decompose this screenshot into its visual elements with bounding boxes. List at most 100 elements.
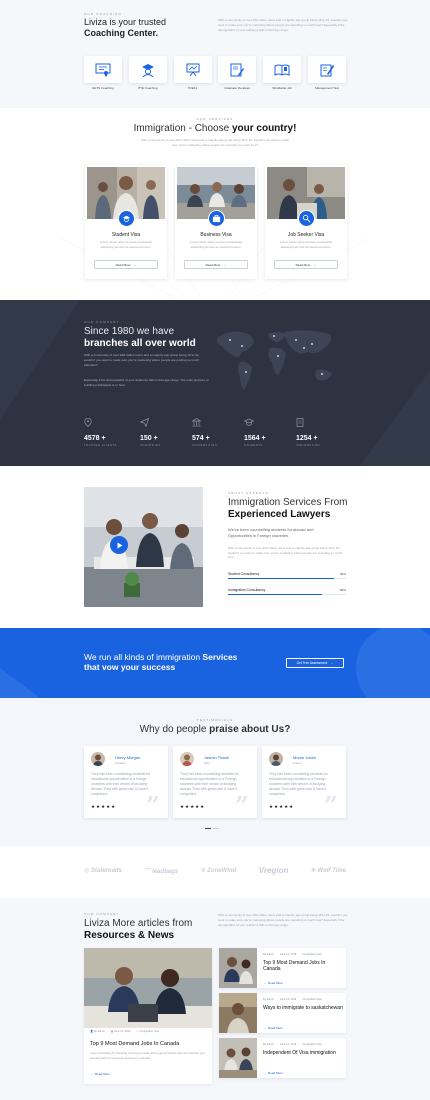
- article-thumbnail: [219, 1038, 257, 1078]
- visa-card-job-seeker[interactable]: Job Seeker Visa Lorem ipsum dolor sit am…: [265, 165, 347, 279]
- arrow-right-icon: →: [263, 981, 266, 985]
- stat-value: 4578 +: [84, 435, 106, 442]
- article-item[interactable]: By admin June 12, 2019 Immigration Visa Wa…: [219, 993, 346, 1033]
- country-subtitle: With a community of over 400 million use…: [141, 138, 289, 147]
- featured-article-title[interactable]: Top 9 Most Demand Jobs In Canada: [90, 1041, 179, 1047]
- read-more-link[interactable]: → Read More: [90, 1072, 110, 1076]
- branches-paragraph-2: Especially if the demographic of your au…: [84, 378, 209, 387]
- news-title: Liviza More articles from Resources & New…: [84, 918, 193, 941]
- testimonial-role: Italy: [204, 761, 210, 765]
- service-item-pte[interactable]: PTE Coaching: [128, 56, 167, 90]
- free-assessment-button[interactable]: Get Free Assessment →: [286, 658, 344, 668]
- visa-card-desc: Lorem ipsum dolor sit amet consectetur a…: [279, 240, 333, 249]
- carousel-dot[interactable]: [213, 828, 219, 830]
- stat-countries: 150 + Countries: [139, 414, 190, 447]
- stat-value: 150 +: [140, 435, 158, 442]
- testimonials-title: Why do people praise about Us?: [139, 724, 291, 735]
- read-more-link[interactable]: → Read More: [263, 981, 283, 985]
- article-title[interactable]: Ways to immigrate to saskatchewan: [263, 1005, 343, 1011]
- service-item-ielts[interactable]: IELTS Coaching: [84, 56, 122, 90]
- article-title[interactable]: Independent Of Visa immigration: [263, 1050, 343, 1056]
- read-more-button[interactable]: Read More →: [94, 260, 158, 269]
- service-item-graduate[interactable]: Graduate Re-Exam: [218, 56, 257, 90]
- location-pin-icon: [84, 417, 92, 427]
- lawyers-paragraph: With a community of over 400 million use…: [228, 546, 343, 560]
- testimonial-role: France: [293, 761, 303, 765]
- article-meta: By admin June 12, 2019 Immigration Visa: [263, 1043, 322, 1046]
- stat-label: Countries: [140, 444, 161, 447]
- stat-label: Students: [244, 444, 263, 447]
- visa-card-desc: Lorem ipsum dolor sit amet consectetur a…: [99, 240, 153, 249]
- calendar-icon: ▦ June 12, 2019: [110, 1030, 131, 1033]
- pencil-document-icon: [320, 64, 335, 76]
- featured-article-desc: Visa Consulting & Coaching Training prov…: [90, 1051, 205, 1060]
- arrow-right-icon: →: [313, 262, 317, 267]
- read-more-button[interactable]: Read More →: [274, 260, 338, 269]
- partners-section: ◎ Stateroads ⌒ leadbags ✲ ZoneWind Vregi…: [0, 846, 430, 898]
- carousel-dot-active[interactable]: [205, 828, 211, 830]
- article-item[interactable]: By admin June 12, 2019 Immigration Visa To…: [219, 948, 346, 988]
- progress-label: Student Consultancy: [228, 572, 260, 576]
- stat-value: 1254 +: [296, 435, 318, 442]
- testimonial-role: Canada: [115, 761, 126, 765]
- exam-pencil-icon: [230, 63, 245, 76]
- testimonial-card: Henry Morgan Canada They has been counse…: [84, 746, 168, 818]
- country-kicker: Our services: [196, 117, 234, 121]
- article-meta: 👤 By admin ▦ June 12, 2019 ▭ Immigration…: [90, 1030, 159, 1033]
- quote-icon: ”: [324, 791, 338, 820]
- visa-card-title: Business Visa: [200, 232, 232, 238]
- arrow-right-icon: →: [330, 661, 334, 665]
- service-item-management[interactable]: Management Test: [307, 56, 346, 90]
- play-button[interactable]: [110, 536, 128, 554]
- article-item[interactable]: By admin June 12, 2019 Immigration Visa In…: [219, 1038, 346, 1078]
- graduation-cap-icon: [243, 418, 255, 426]
- progress-value: 80%: [339, 588, 346, 592]
- read-more-link[interactable]: → Read More: [263, 1071, 283, 1075]
- testimonial-card: Morris Joben France They has been counse…: [262, 746, 346, 818]
- partner-logo: Vregion: [258, 866, 289, 875]
- rating-stars: ★★★★★: [269, 804, 295, 809]
- partner-logo: ◎ Stateroads: [84, 868, 122, 874]
- article-title[interactable]: Top 9 Most Demand Jobs In Canada: [263, 960, 343, 972]
- country-section: Our services Immigration - Choose your c…: [0, 108, 430, 300]
- testimonials-kicker: Testimonials: [196, 718, 234, 722]
- progress-immigration: Immigration Consultancy 80%: [228, 588, 346, 596]
- coaching-section: Our coaching Liviza is your trusted Coac…: [0, 0, 430, 108]
- country-title: Immigration - Choose your country!: [133, 123, 297, 134]
- stat-value: 1564 +: [244, 435, 266, 442]
- testimonial-text: They has been counselling students for e…: [91, 772, 150, 796]
- video-thumbnail[interactable]: [84, 487, 203, 607]
- partner-logo: ✲ ZoneWind: [200, 868, 237, 874]
- article-meta: By admin June 12, 2019 Immigration Visa: [263, 953, 322, 956]
- branches-kicker: Our company: [84, 320, 120, 324]
- visa-card-title: Job Seeker Visa: [287, 232, 325, 238]
- stat-label: Immigration: [296, 444, 320, 447]
- read-more-link[interactable]: → Read More: [263, 1026, 283, 1030]
- stat-immigration: 1254 + Immigration: [296, 414, 346, 447]
- coaching-paragraph: With a community of over 400 million use…: [218, 18, 348, 32]
- read-more-button[interactable]: Read More →: [184, 260, 248, 269]
- arrow-right-icon: →: [263, 1026, 266, 1030]
- news-kicker: Our company: [84, 912, 120, 916]
- service-item-toefl[interactable]: TOEFL: [173, 56, 212, 90]
- rating-stars: ★★★★★: [180, 804, 206, 809]
- arrow-right-icon: →: [263, 1071, 266, 1075]
- document-icon: [296, 418, 304, 427]
- visa-card-business[interactable]: Business Visa Lorem ipsum dolor sit amet…: [175, 165, 257, 279]
- partner-logos: ◎ Stateroads ⌒ leadbags ✲ ZoneWind Vregi…: [84, 866, 346, 875]
- certificate-icon: [95, 63, 111, 77]
- avatar: [269, 752, 283, 766]
- testimonial-name: Henry Morgan: [115, 755, 141, 760]
- visa-cards: Student Visa Lorem ipsum dolor sit amet …: [85, 165, 347, 279]
- featured-article[interactable]: 👤 By admin ▦ June 12, 2019 ▭ Immigration…: [84, 948, 212, 1084]
- service-item-job[interactable]: Worldwide Job: [263, 56, 302, 90]
- testimonial-name: Morris Joben: [293, 755, 317, 760]
- stat-label: Universities: [192, 444, 218, 447]
- progress-label: Immigration Consultancy: [228, 588, 266, 592]
- quote-icon: ”: [146, 791, 160, 820]
- avatar: [180, 752, 194, 766]
- play-icon: [117, 542, 122, 548]
- branches-paragraph-1: With a community of over 400 million use…: [84, 353, 200, 367]
- testimonial-text: They has been counselling students for e…: [180, 772, 239, 796]
- visa-card-student[interactable]: Student Visa Lorem ipsum dolor sit amet …: [85, 165, 167, 279]
